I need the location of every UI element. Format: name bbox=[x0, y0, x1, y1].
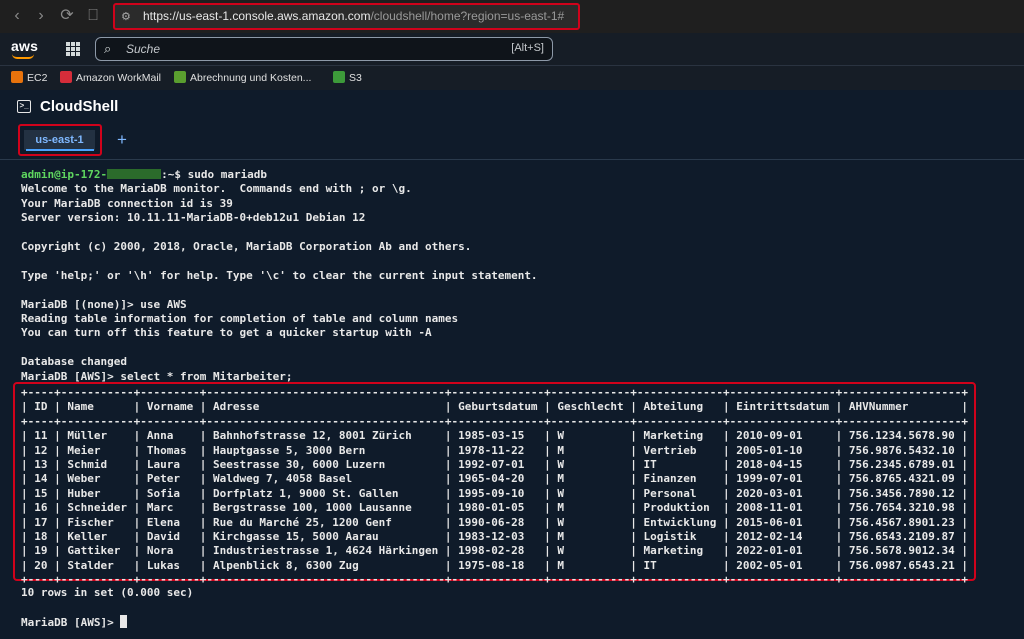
search-input[interactable]: ⌕ Suche [Alt+S] bbox=[95, 37, 553, 61]
terminal-line: Welcome to the MariaDB monitor. Commands… bbox=[21, 182, 412, 196]
aws-logo-smile bbox=[12, 54, 34, 59]
terminal-line: Type 'help;' or '\h' for help. Type '\c'… bbox=[21, 268, 538, 282]
site-info-icon[interactable]: ⚙ bbox=[121, 10, 131, 23]
s3-icon bbox=[333, 71, 345, 83]
search-icon: ⌕ bbox=[104, 41, 112, 56]
table-row: | 18 | Keller | David | Kirchgasse 15, 5… bbox=[21, 530, 969, 544]
prompt-line: admin@ip-172-:~$ sudo mariadb bbox=[21, 168, 268, 181]
ec2-icon bbox=[11, 71, 23, 83]
terminal-line: Database changed bbox=[21, 355, 127, 369]
table-row: | 19 | Gattiker | Nora | Industriestrass… bbox=[21, 544, 969, 558]
tab-label: us-east-1 bbox=[24, 130, 95, 150]
table-row: | 12 | Meier | Thomas | Hauptgasse 5, 30… bbox=[21, 443, 969, 457]
aws-top-nav: aws ⌕ Suche [Alt+S] bbox=[0, 33, 1024, 65]
add-tab-button[interactable]: + bbox=[117, 130, 127, 150]
terminal-line: Reading table information for completion… bbox=[21, 312, 459, 325]
terminal-icon: >_ bbox=[17, 100, 31, 113]
terminal-line: MariaDB [(none)]> use AWS bbox=[21, 297, 187, 311]
search-shortcut: [Alt+S] bbox=[511, 42, 544, 54]
tab-active-indicator bbox=[26, 149, 94, 151]
terminal-line: MariaDB [AWS]> select * from Mitarbeiter… bbox=[21, 369, 293, 383]
aws-logo[interactable]: aws bbox=[11, 38, 38, 54]
table-row: | 20 | Stalder | Lukas | Alpenblick 8, 6… bbox=[21, 558, 969, 572]
favorite-s3[interactable]: S3 bbox=[333, 71, 362, 86]
bookmark-icon[interactable]: ⎕ bbox=[84, 7, 102, 25]
rows-summary: 10 rows in set (0.000 sec) bbox=[21, 586, 194, 599]
reload-icon[interactable]: ⟳ bbox=[58, 7, 76, 25]
search-placeholder: Suche bbox=[126, 42, 161, 56]
terminal-line: Copyright (c) 2000, 2018, Oracle, MariaD… bbox=[21, 240, 472, 253]
tab-us-east-1[interactable]: us-east-1 bbox=[18, 124, 102, 156]
browser-toolbar: ‹ › ⟳ ⎕ ⚙ https://us-east-1.console.aws.… bbox=[0, 0, 1024, 33]
table-row: | 14 | Weber | Peter | Waldweg 7, 4058 B… bbox=[21, 472, 969, 486]
terminal-cursor bbox=[120, 615, 128, 628]
services-grid-icon[interactable] bbox=[66, 42, 80, 56]
terminal-line: You can turn off this feature to get a q… bbox=[21, 326, 432, 340]
favorites-bar: EC2 Amazon WorkMail Abrechnung und Koste… bbox=[0, 65, 1024, 90]
table-row: | 16 | Schneider | Marc | Bergstrasse 10… bbox=[21, 501, 969, 515]
forward-icon[interactable]: › bbox=[32, 7, 50, 25]
favorite-billing[interactable]: Abrechnung und Kosten... bbox=[174, 71, 311, 86]
page-title: CloudShell bbox=[40, 98, 119, 115]
terminal-line: Server version: 10.11.11-MariaDB-0+deb12… bbox=[21, 211, 366, 225]
cloudshell-header: >_ CloudShell us-east-1 + bbox=[0, 90, 1024, 160]
terminal[interactable]: admin@ip-172-:~$ sudo mariadb Welcome to… bbox=[0, 161, 1024, 639]
redacted-ip bbox=[107, 169, 162, 179]
table-row: | ID | Name | Vorname | Adresse | Geburt… bbox=[21, 400, 969, 414]
workmail-icon bbox=[60, 71, 72, 83]
table-row: +----+-----------+---------+------------… bbox=[21, 414, 969, 428]
table-row: | 11 | Müller | Anna | Bahnhofstrasse 12… bbox=[21, 429, 969, 443]
result-table: +----+-----------+---------+------------… bbox=[21, 386, 968, 588]
table-row: | 17 | Fischer | Elena | Rue du Marché 2… bbox=[21, 515, 969, 529]
favorite-ec2[interactable]: EC2 bbox=[11, 71, 47, 86]
address-bar[interactable]: ⚙ https://us-east-1.console.aws.amazon.c… bbox=[113, 3, 580, 30]
final-prompt[interactable]: MariaDB [AWS]> bbox=[21, 615, 128, 629]
back-icon[interactable]: ‹ bbox=[8, 7, 26, 25]
table-row: | 15 | Huber | Sofia | Dorfplatz 1, 9000… bbox=[21, 486, 969, 500]
terminal-line: Your MariaDB connection id is 39 bbox=[21, 196, 233, 210]
favorite-workmail[interactable]: Amazon WorkMail bbox=[60, 71, 161, 86]
billing-icon bbox=[174, 71, 186, 83]
table-row: | 13 | Schmid | Laura | Seestrasse 30, 6… bbox=[21, 458, 969, 472]
table-row: +----+-----------+---------+------------… bbox=[21, 386, 969, 399]
url-text: https://us-east-1.console.aws.amazon.com… bbox=[143, 9, 565, 23]
